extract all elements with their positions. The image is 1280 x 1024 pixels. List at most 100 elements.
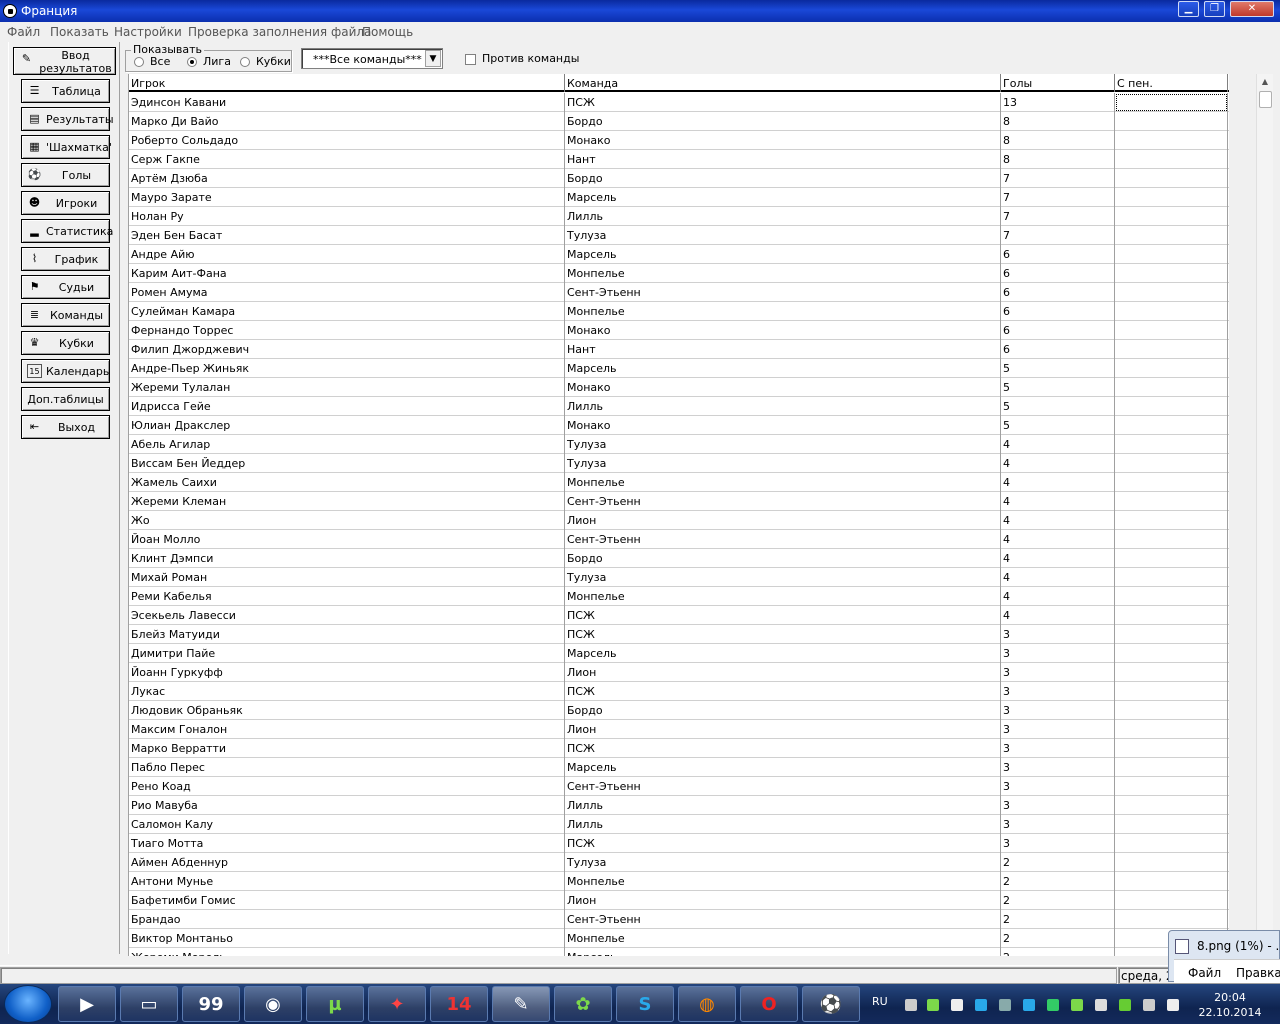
cell-team[interactable]: Бордо: [565, 112, 1001, 131]
cell-penalties[interactable]: [1115, 131, 1228, 150]
cell-goals[interactable]: 4: [1001, 511, 1115, 530]
cell-player[interactable]: Жереми Тулалан: [129, 378, 565, 397]
cell-team[interactable]: Тулуза: [565, 226, 1001, 245]
cell-goals[interactable]: 3: [1001, 701, 1115, 720]
radio-cups[interactable]: [240, 57, 250, 67]
sidebar-results-button[interactable]: ▤ Результаты: [21, 107, 114, 131]
cell-penalties[interactable]: [1115, 378, 1228, 397]
cell-goals[interactable]: 8: [1001, 131, 1115, 150]
table-row[interactable]: Клинт Дэмпси Бордо 4: [129, 549, 1229, 568]
table-row[interactable]: Андре Айю Марсель 6: [129, 245, 1229, 264]
cell-penalties[interactable]: [1115, 644, 1228, 663]
cell-goals[interactable]: 2: [1001, 910, 1115, 929]
cell-penalties[interactable]: [1115, 207, 1228, 226]
cell-team[interactable]: Бордо: [565, 169, 1001, 188]
cell-goals[interactable]: 7: [1001, 207, 1115, 226]
sidebar-players-button[interactable]: ☻ Игроки: [21, 191, 110, 215]
cell-goals[interactable]: 13: [1001, 93, 1115, 112]
table-row[interactable]: Людовик Обраньяк Бордо 3: [129, 701, 1229, 720]
menu-help[interactable]: Помощь: [362, 25, 413, 39]
tray-notes-icon[interactable]: [951, 999, 963, 1011]
cell-team[interactable]: ПСЖ: [565, 625, 1001, 644]
team-select[interactable]: ***Все команды*** ▼: [301, 48, 443, 69]
table-row[interactable]: Роберто Сольдадо Монако 8: [129, 131, 1229, 150]
table-row[interactable]: Максим Гоналон Лион 3: [129, 720, 1229, 739]
table-row[interactable]: Тиаго Мотта ПСЖ 3: [129, 834, 1229, 853]
cell-player[interactable]: Йоанн Гуркуфф: [129, 663, 565, 682]
column-header-goals[interactable]: Голы: [1001, 74, 1115, 92]
tray-network-icon[interactable]: [905, 999, 917, 1011]
table-row[interactable]: Лукас ПСЖ 3: [129, 682, 1229, 701]
menu-show[interactable]: Показать: [50, 25, 109, 39]
cell-player[interactable]: Антони Мунье: [129, 872, 565, 891]
table-row[interactable]: Фернандо Торрес Монако 6: [129, 321, 1229, 340]
cell-player[interactable]: Димитри Пайе: [129, 644, 565, 663]
cell-player[interactable]: Филип Джорджевич: [129, 340, 565, 359]
cell-goals[interactable]: 5: [1001, 359, 1115, 378]
taskbar-preview-popup[interactable]: 8.png (1%) - ... Файл Правка: [1168, 930, 1280, 983]
cell-goals[interactable]: 3: [1001, 834, 1115, 853]
against-team-checkbox[interactable]: [465, 54, 476, 65]
cell-penalties[interactable]: [1115, 169, 1228, 188]
cell-goals[interactable]: 8: [1001, 112, 1115, 131]
column-header-team[interactable]: Команда: [565, 74, 1001, 92]
table-row[interactable]: Йоанн Гуркуфф Лион 3: [129, 663, 1229, 682]
cell-team[interactable]: Монпелье: [565, 264, 1001, 283]
cell-penalties[interactable]: [1115, 302, 1228, 321]
cell-penalties[interactable]: [1115, 492, 1228, 511]
cell-goals[interactable]: 3: [1001, 682, 1115, 701]
menu-file[interactable]: Файл: [7, 25, 40, 39]
start-button[interactable]: [4, 985, 52, 1023]
cell-goals[interactable]: 3: [1001, 758, 1115, 777]
table-row[interactable]: Антони Мунье Монпелье 2: [129, 872, 1229, 891]
table-row[interactable]: Брандао Сент-Этьенн 2: [129, 910, 1229, 929]
tray-utorrent-icon[interactable]: [1071, 999, 1083, 1011]
cell-team[interactable]: Тулуза: [565, 568, 1001, 587]
table-row[interactable]: Жереми МорельМарсель2: [129, 948, 1229, 956]
cell-player[interactable]: Марко Ди Вайо: [129, 112, 565, 131]
cell-player[interactable]: Людовик Обраньяк: [129, 701, 565, 720]
cell-team[interactable]: Лион: [565, 891, 1001, 910]
table-row[interactable]: Андре-Пьер Жиньяк Марсель 5: [129, 359, 1229, 378]
cell-player[interactable]: Андре-Пьер Жиньяк: [129, 359, 565, 378]
tray-flag-icon[interactable]: [1167, 999, 1179, 1011]
cell-player[interactable]: Реми Кабелья: [129, 587, 565, 606]
cell-goals[interactable]: 3: [1001, 663, 1115, 682]
table-row[interactable]: Йоан Молло Сент-Этьенн 4: [129, 530, 1229, 549]
cell-goals[interactable]: 6: [1001, 302, 1115, 321]
cell-penalties[interactable]: [1115, 758, 1228, 777]
cell-team[interactable]: Монако: [565, 321, 1001, 340]
vertical-scrollbar[interactable]: ▲: [1256, 74, 1273, 956]
table-row[interactable]: Реми Кабелья Монпелье 4: [129, 587, 1229, 606]
cell-goals[interactable]: 6: [1001, 321, 1115, 340]
radio-all[interactable]: [134, 57, 144, 67]
cell-team[interactable]: Тулуза: [565, 454, 1001, 473]
cell-penalties[interactable]: [1115, 150, 1228, 169]
cell-penalties[interactable]: [1115, 910, 1228, 929]
cell-penalties[interactable]: [1115, 739, 1228, 758]
table-row[interactable]: Серж Гакпе Нант 8: [129, 150, 1229, 169]
cell-team[interactable]: Лион: [565, 663, 1001, 682]
cell-goals[interactable]: 6: [1001, 245, 1115, 264]
table-row[interactable]: Сулейман Камара Монпелье 6: [129, 302, 1229, 321]
sidebar-cups-button[interactable]: ♛ Кубки: [21, 331, 110, 355]
cell-goals[interactable]: 3: [1001, 739, 1115, 758]
cell-penalties[interactable]: [1115, 606, 1228, 625]
cell-player[interactable]: Тиаго Мотта: [129, 834, 565, 853]
cell-penalties[interactable]: [1115, 416, 1228, 435]
menu-settings[interactable]: Настройки: [114, 25, 182, 39]
table-row[interactable]: Рио Мавуба Лилль 3: [129, 796, 1229, 815]
cell-goals[interactable]: 3: [1001, 644, 1115, 663]
table-row[interactable]: Виссам Бен Йеддер Тулуза 4: [129, 454, 1229, 473]
cell-penalties[interactable]: [1115, 701, 1228, 720]
cell-player[interactable]: Йоан Молло: [129, 530, 565, 549]
cell-goals[interactable]: 4: [1001, 568, 1115, 587]
cell-team[interactable]: Сент-Этьенн: [565, 910, 1001, 929]
football-app-icon[interactable]: ⚽: [802, 986, 860, 1022]
cell-player[interactable]: Аймен Абденнур: [129, 853, 565, 872]
cell-team[interactable]: Тулуза: [565, 853, 1001, 872]
cell-goals[interactable]: 2: [1001, 929, 1115, 948]
cell-player[interactable]: Андре Айю: [129, 245, 565, 264]
cell-player[interactable]: Фернандо Торрес: [129, 321, 565, 340]
cell-player[interactable]: Артём Дзюба: [129, 169, 565, 188]
